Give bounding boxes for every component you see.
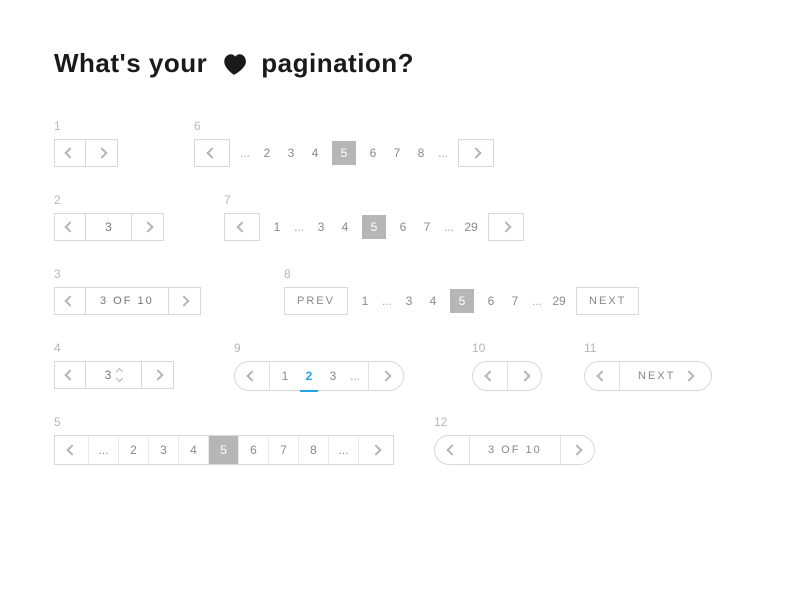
next-button[interactable] [359, 436, 393, 464]
heart-icon [221, 52, 247, 76]
example-label: 6 [194, 119, 494, 133]
page-current[interactable]: 5 [362, 215, 386, 239]
prev-button[interactable] [473, 362, 507, 390]
page-link[interactable]: 4 [308, 146, 322, 160]
pager-5: ... 2 3 4 5 6 7 8 ... [54, 435, 394, 465]
next-button[interactable] [86, 139, 118, 167]
stepper-icon [117, 369, 122, 381]
prev-button[interactable] [54, 361, 86, 389]
prev-button[interactable] [235, 362, 269, 390]
next-button[interactable] [132, 213, 164, 241]
ellipsis: ... [438, 146, 448, 160]
ellipsis: ... [444, 220, 454, 234]
page-link[interactable]: 6 [239, 436, 269, 464]
page-select-value: 3 [105, 368, 112, 382]
page-link[interactable]: 3 [402, 294, 416, 308]
next-button[interactable] [507, 362, 541, 390]
pager-3: 3 OF 10 [54, 287, 201, 315]
page-title: What's your pagination? [54, 48, 746, 79]
prev-button[interactable] [55, 436, 89, 464]
page-link[interactable]: 3 [326, 369, 340, 383]
next-button[interactable]: NEXT [576, 287, 639, 315]
example-label: 9 [234, 341, 404, 355]
page-current[interactable]: 5 [332, 141, 356, 165]
title-a: What's your [54, 48, 207, 79]
title-b: pagination? [261, 48, 414, 79]
pager-11: NEXT [584, 361, 712, 391]
prev-button[interactable] [54, 287, 86, 315]
ellipsis: ... [240, 146, 250, 160]
pager-6: ... 2 3 4 5 6 7 8 ... [194, 139, 494, 167]
ellipsis: ... [382, 294, 392, 308]
example-label: 3 [54, 267, 201, 281]
page-link[interactable]: 4 [179, 436, 209, 464]
example-label: 4 [54, 341, 174, 355]
example-label: 2 [54, 193, 164, 207]
ellipsis: ... [294, 220, 304, 234]
page-link[interactable]: 7 [420, 220, 434, 234]
pager-4: 3 [54, 361, 174, 389]
page-current[interactable]: 5 [450, 289, 474, 313]
pager-9: 1 2 3 ... [234, 361, 404, 391]
ellipsis: ... [89, 436, 119, 464]
page-link[interactable]: 7 [390, 146, 404, 160]
page-status: 3 OF 10 [86, 287, 169, 315]
pager-2: 3 [54, 213, 164, 241]
page-link[interactable]: 29 [464, 220, 478, 234]
page-link[interactable]: 1 [270, 220, 284, 234]
page-link[interactable]: 6 [484, 294, 498, 308]
ellipsis: ... [532, 294, 542, 308]
prev-button[interactable] [54, 139, 86, 167]
next-button[interactable] [560, 436, 594, 464]
pager-7: 1 ... 3 4 5 6 7 ... 29 [224, 213, 524, 241]
prev-button[interactable] [224, 213, 260, 241]
page-link[interactable]: 8 [414, 146, 428, 160]
page-link[interactable]: 2 [119, 436, 149, 464]
page-link[interactable]: 3 [149, 436, 179, 464]
page-current[interactable]: 5 [209, 436, 239, 464]
example-label: 5 [54, 415, 394, 429]
ellipsis: ... [329, 436, 359, 464]
page-link[interactable]: 6 [366, 146, 380, 160]
example-label: 11 [584, 341, 712, 355]
next-button[interactable]: NEXT [619, 362, 711, 390]
next-button[interactable] [142, 361, 174, 389]
example-label: 8 [284, 267, 639, 281]
page-link[interactable]: 1 [358, 294, 372, 308]
example-label: 10 [472, 341, 542, 355]
page-link[interactable]: 4 [426, 294, 440, 308]
page-current[interactable]: 2 [302, 369, 316, 383]
example-label: 7 [224, 193, 524, 207]
page-link[interactable]: 7 [508, 294, 522, 308]
next-button[interactable] [488, 213, 524, 241]
pager-1 [54, 139, 118, 167]
page-link[interactable]: 3 [284, 146, 298, 160]
prev-button[interactable]: PREV [284, 287, 348, 315]
prev-button[interactable] [194, 139, 230, 167]
page-status: 3 OF 10 [469, 436, 560, 464]
next-label: NEXT [638, 370, 675, 382]
page-link[interactable]: 4 [338, 220, 352, 234]
prev-button[interactable] [435, 436, 469, 464]
example-label: 1 [54, 119, 118, 133]
next-button[interactable] [458, 139, 494, 167]
page-link[interactable]: 6 [396, 220, 410, 234]
pager-12: 3 OF 10 [434, 435, 595, 465]
page-link[interactable]: 1 [278, 369, 292, 383]
page-link[interactable]: 3 [314, 220, 328, 234]
page-current: 3 [86, 213, 132, 241]
ellipsis: ... [350, 369, 360, 383]
page-link[interactable]: 29 [552, 294, 566, 308]
page-select[interactable]: 3 [86, 361, 142, 389]
page-link[interactable]: 2 [260, 146, 274, 160]
prev-button[interactable] [585, 362, 619, 390]
page-link[interactable]: 7 [269, 436, 299, 464]
example-label: 12 [434, 415, 595, 429]
pager-10 [472, 361, 542, 391]
page-link[interactable]: 8 [299, 436, 329, 464]
next-button[interactable] [169, 287, 201, 315]
prev-button[interactable] [54, 213, 86, 241]
pager-8: PREV 1 ... 3 4 5 6 7 ... 29 NEXT [284, 287, 639, 315]
next-button[interactable] [369, 362, 403, 390]
